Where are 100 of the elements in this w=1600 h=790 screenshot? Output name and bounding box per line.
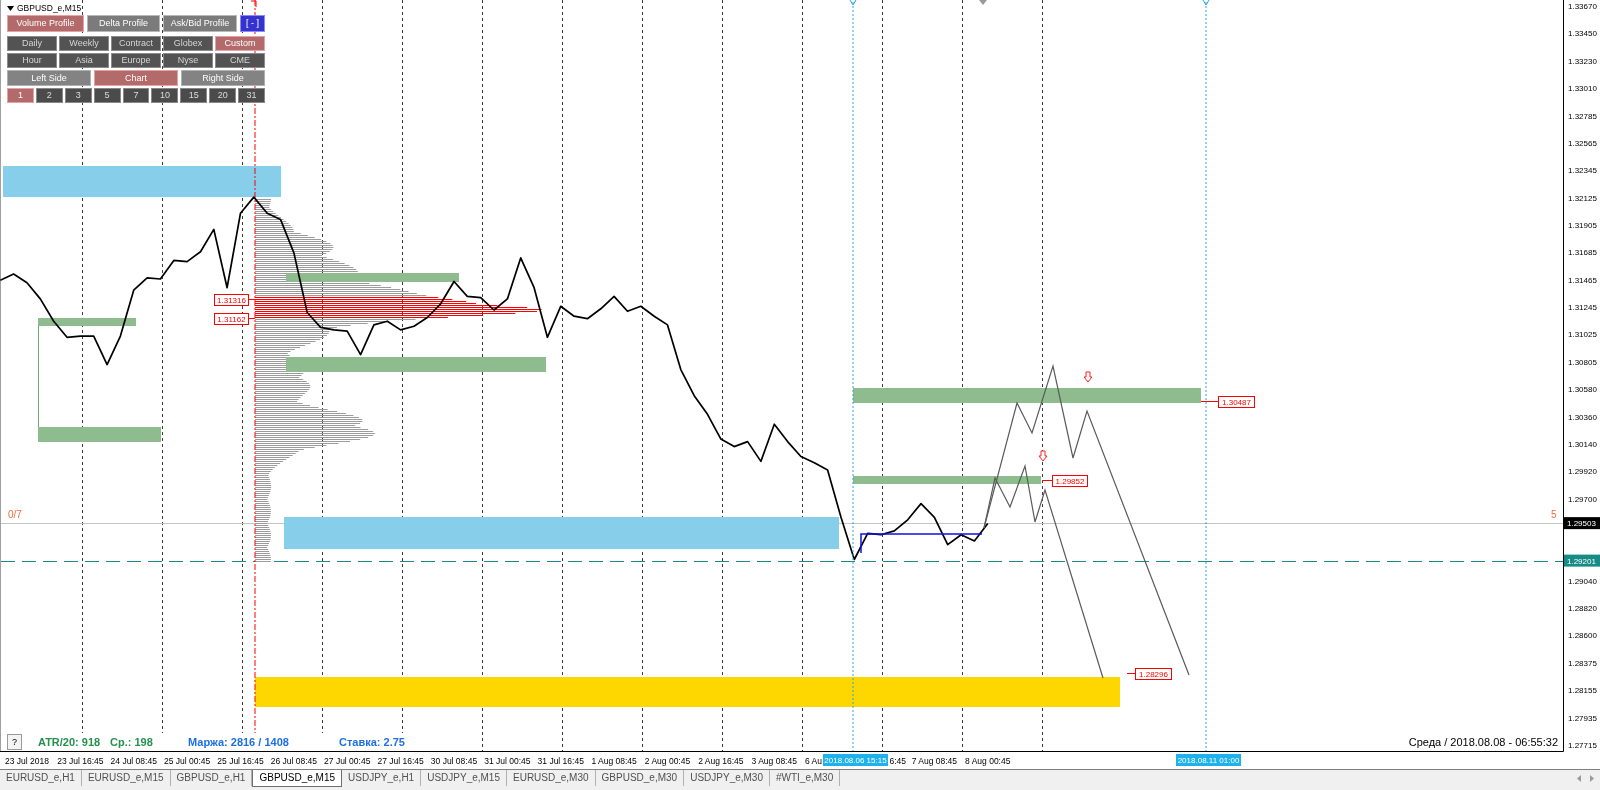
chart-tab[interactable]: EURUSD_e,H1 <box>0 770 82 786</box>
period-button[interactable]: Custom <box>215 36 265 51</box>
time-axis-label: 24 Jul 08:45 <box>110 756 157 766</box>
chart-tab[interactable]: GBPUSD_e,M15 <box>252 770 343 787</box>
price-axis-label: 1.27715 <box>1568 741 1597 751</box>
triangle-marker-icon <box>979 0 987 5</box>
count-button[interactable]: 10 <box>151 88 179 103</box>
price-axis-label: 1.31025 <box>1568 330 1597 340</box>
time-axis-label: 30 Jul 08:45 <box>430 756 478 766</box>
down-arrow-icon <box>1083 371 1093 383</box>
clock-readout: Среда / 2018.08.08 - 06:55:32 <box>1408 737 1558 748</box>
leader-line <box>1200 401 1219 402</box>
price-tag: 1.29852 <box>1052 475 1088 487</box>
time-axis-label: 31 Jul 00:45 <box>484 756 531 766</box>
period-button[interactable]: Hour <box>7 53 57 68</box>
time-marker-tag: 2018.08.06 15:15 <box>823 754 888 766</box>
chart-tab[interactable]: EURUSD_e,M30 <box>507 770 596 786</box>
margin-readout: Маржа: 2816 / 1408 <box>188 737 289 748</box>
scroll-right-icon[interactable] <box>1590 774 1594 782</box>
count-button[interactable]: 1 <box>7 88 34 103</box>
position-button[interactable]: Chart <box>94 70 178 86</box>
count-button[interactable]: 5 <box>93 88 121 103</box>
price-axis-label: 1.28820 <box>1568 603 1597 613</box>
price-tag: 1.30487 <box>1218 396 1255 408</box>
scroll-left-icon[interactable] <box>1577 774 1581 782</box>
atr-readout: ATR/20: 918 <box>38 737 101 748</box>
count-button[interactable]: 20 <box>209 88 237 103</box>
chart-tab[interactable]: USDJPY_e,M15 <box>421 770 507 786</box>
count-button[interactable]: 31 <box>238 88 265 103</box>
triangle-down-icon[interactable] <box>7 5 14 11</box>
time-axis-label: 2 Aug 16:45 <box>698 756 744 766</box>
time-axis-label: 27 Jul 16:45 <box>377 756 424 766</box>
price-axis-label: 1.28155 <box>1568 686 1597 696</box>
help-button[interactable]: ? <box>7 734 22 750</box>
time-axis-label: 8 Aug 00:45 <box>965 756 1011 766</box>
leader-line <box>247 318 256 319</box>
time-axis-label: 23 Jul 16:45 <box>57 756 104 766</box>
price-axis-label: 1.32125 <box>1568 193 1597 203</box>
count-button[interactable]: 15 <box>180 88 208 103</box>
profile-type-button[interactable]: Delta Profile <box>87 15 160 32</box>
time-axis-label: 23 Jul 2018 <box>5 756 49 766</box>
leader-line <box>1126 673 1136 674</box>
price-axis-label: 1.32565 <box>1568 139 1597 149</box>
price-axis-label: 1.30140 <box>1568 440 1597 450</box>
time-axis-label: 7 Aug 08:45 <box>911 756 958 766</box>
price-axis-label: 1.28375 <box>1568 659 1597 669</box>
period-button[interactable]: Europe <box>111 53 161 68</box>
time-marker-tag: 2018.08.11 01:00 <box>1176 754 1241 766</box>
price-axis-label: 1.30805 <box>1568 357 1597 367</box>
chart-tab[interactable]: #WTI_e,M30 <box>770 770 841 786</box>
price-axis-tag: 1.29503 <box>1564 517 1600 530</box>
count-button[interactable]: 2 <box>35 88 63 103</box>
counter-label: 5 <box>1551 510 1557 520</box>
profile-type-button[interactable]: Ask/Bid Profile <box>163 15 237 32</box>
chart-tab[interactable]: EURUSD_e,M15 <box>81 770 171 786</box>
price-axis-label: 1.33450 <box>1568 29 1597 39</box>
time-axis-label: 6 Au <box>805 756 823 766</box>
time-axis-label: 25 Jul 16:45 <box>217 756 264 766</box>
price-axis-tag: 1.29201 <box>1564 554 1600 567</box>
position-button[interactable]: Right Side <box>181 70 265 86</box>
price-axis-label: 1.31905 <box>1568 221 1597 230</box>
time-axis-label: 6:45 <box>889 756 906 766</box>
time-axis-label: 25 Jul 00:45 <box>163 756 211 766</box>
chart-tab[interactable]: USDJPY_e,M30 <box>684 770 770 786</box>
price-axis-label: 1.30580 <box>1568 385 1597 395</box>
time-axis-label: 27 Jul 00:45 <box>324 756 371 766</box>
period-button[interactable]: Weekly <box>59 36 109 51</box>
chart-tab[interactable]: USDJPY_e,H1 <box>342 770 422 786</box>
price-axis-label: 1.27935 <box>1568 713 1597 723</box>
price-tag: 1.31162 <box>214 313 249 325</box>
period-button[interactable]: CME <box>215 53 265 68</box>
period-button[interactable]: Asia <box>59 53 109 68</box>
time-axis-label: 31 Jul 16:45 <box>537 756 584 766</box>
chart-tab[interactable]: GBPUSD_e,M30 <box>595 770 685 786</box>
profile-type-button[interactable]: Volume Profile <box>7 15 84 32</box>
time-axis-label: 1 Aug 08:45 <box>591 756 637 766</box>
leader-line <box>1041 480 1053 481</box>
count-button[interactable]: 7 <box>122 88 150 103</box>
price-tag: 1.31316 <box>214 294 249 306</box>
average-readout: Ср.: 198 <box>110 737 153 748</box>
price-axis-label: 1.29920 <box>1568 467 1597 477</box>
price-axis-label: 1.30360 <box>1568 412 1597 422</box>
period-button[interactable]: Daily <box>7 36 57 51</box>
time-axis-label: 2 Aug 00:45 <box>644 756 691 766</box>
price-axis-label: 1.32345 <box>1568 166 1597 176</box>
chart-symbol-title: GBPUSD_e,M15 <box>17 3 82 13</box>
count-button[interactable]: 3 <box>64 88 92 103</box>
rate-readout: Ставка: 2.75 <box>339 737 405 748</box>
position-button[interactable]: Left Side <box>7 70 91 86</box>
period-button[interactable]: Contract <box>111 36 161 51</box>
period-button[interactable]: Globex <box>163 36 213 51</box>
price-tag: 1.28296 <box>1135 668 1172 680</box>
price-axis-label: 1.29700 <box>1568 494 1597 504</box>
leader-line <box>247 299 256 300</box>
period-button[interactable]: Nyse <box>163 53 213 68</box>
price-axis-label: 1.32785 <box>1568 111 1597 121</box>
time-axis-label: 26 Jul 08:45 <box>270 756 318 766</box>
price-axis-label: 1.33230 <box>1568 56 1597 66</box>
collapse-button[interactable]: [ - ] <box>240 15 265 32</box>
price-axis-label: 1.31685 <box>1568 248 1597 258</box>
